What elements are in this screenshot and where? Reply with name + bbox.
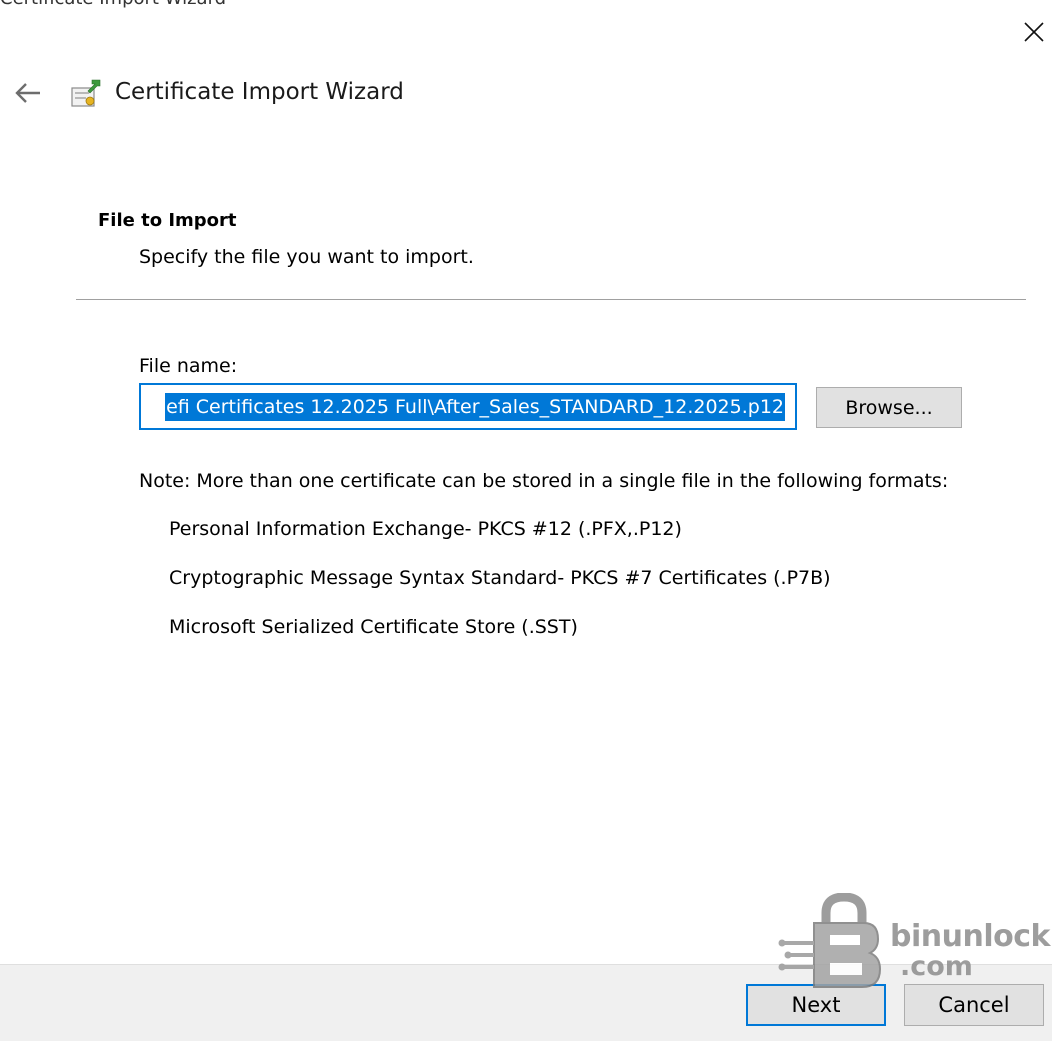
clipped-window-title: Certificate Import Wizard (0, 0, 226, 9)
next-button[interactable]: Next (746, 984, 886, 1026)
section-heading: File to Import (98, 210, 237, 231)
format-item-sst: Microsoft Serialized Certificate Store (… (169, 616, 578, 638)
header-divider (76, 299, 1026, 300)
close-button[interactable] (1016, 14, 1052, 50)
footer-bar (0, 964, 1052, 1041)
watermark-text-name: binunlock (890, 919, 1050, 954)
wizard-title: Certificate Import Wizard (115, 79, 404, 105)
file-name-value: efi Certificates 12.2025 Full\After_Sale… (165, 393, 785, 421)
cancel-button[interactable]: Cancel (904, 984, 1044, 1026)
close-icon (1024, 22, 1044, 42)
note-text: Note: More than one certificate can be s… (139, 470, 949, 492)
browse-button[interactable]: Browse... (816, 387, 962, 428)
back-button[interactable] (10, 76, 46, 110)
section-subtitle: Specify the file you want to import. (139, 246, 474, 268)
file-name-label: File name: (139, 355, 238, 377)
certificate-wizard-icon (70, 76, 104, 110)
back-arrow-icon (15, 83, 40, 103)
file-name-input[interactable]: efi Certificates 12.2025 Full\After_Sale… (139, 383, 797, 430)
format-item-pfx: Personal Information Exchange- PKCS #12 … (169, 518, 682, 540)
format-item-p7b: Cryptographic Message Syntax Standard- P… (169, 567, 831, 589)
